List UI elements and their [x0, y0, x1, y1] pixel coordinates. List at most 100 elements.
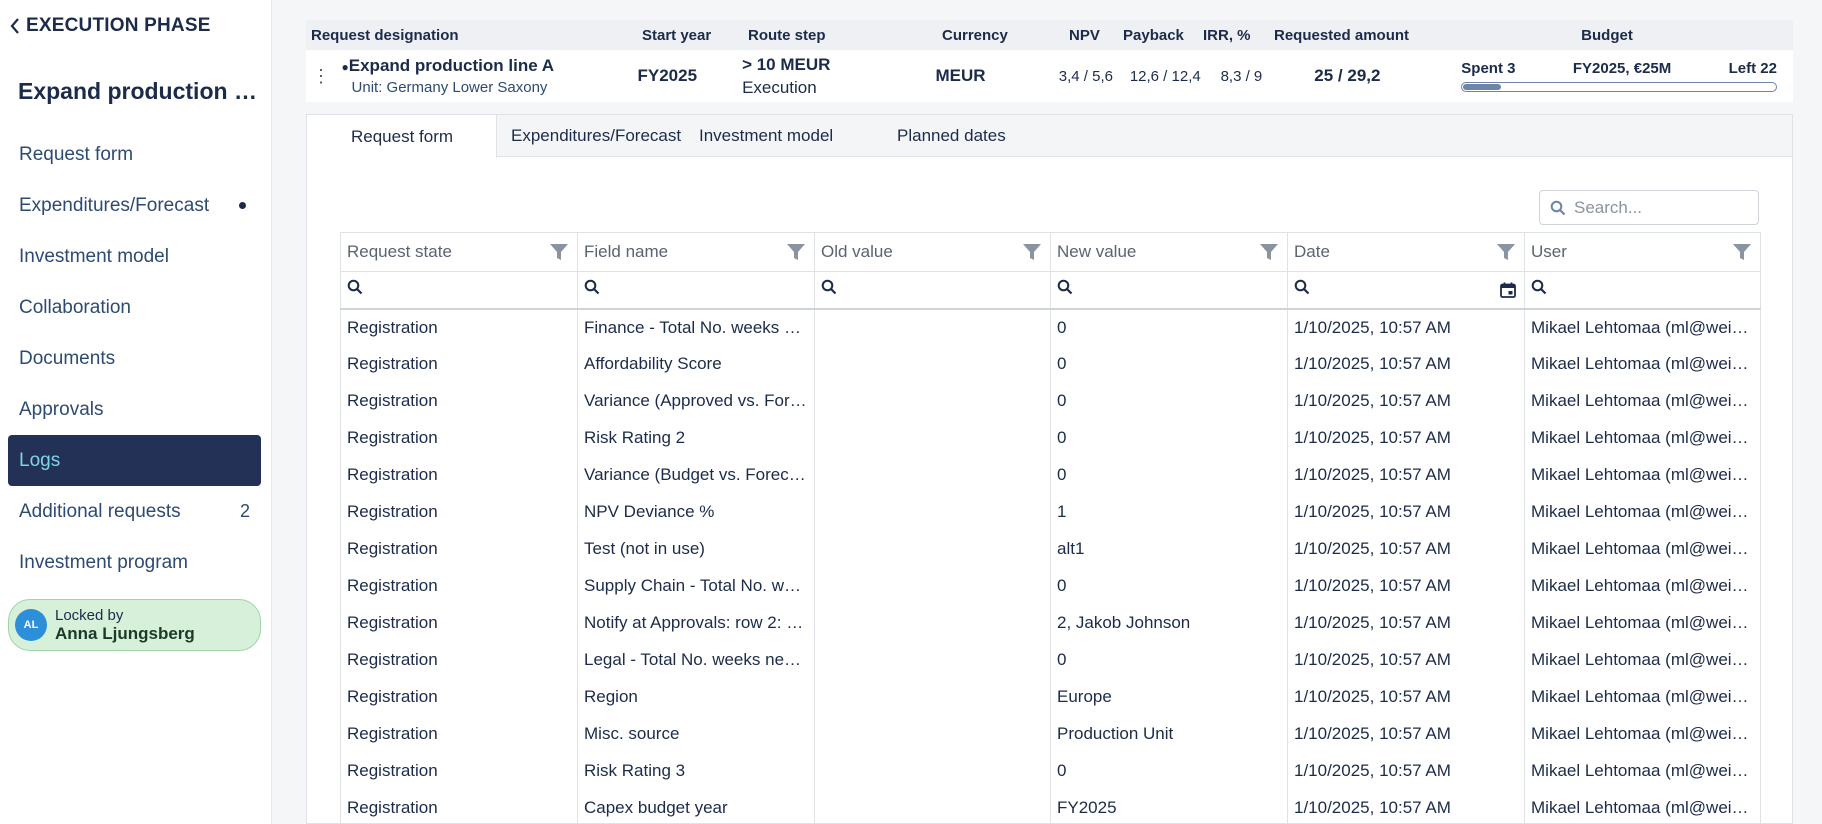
sidebar-item-additional-requests[interactable]: Additional requests 2	[8, 486, 261, 537]
sidebar-item-collaboration[interactable]: Collaboration	[8, 282, 261, 333]
table-cell: Mikael Lehtomaa (ml@weissr.com)	[1524, 715, 1761, 753]
table-cell: Mikael Lehtomaa (ml@weissr.com)	[1524, 567, 1761, 605]
sidebar-item-approvals[interactable]: Approvals	[8, 384, 261, 435]
sidebar-item-label: Logs	[19, 449, 61, 471]
table-row[interactable]: Registration Risk Rating 2 0 1/10/2025, 10:…	[340, 419, 1761, 457]
summary-header: Request designation Start year Route ste…	[306, 20, 1793, 50]
search-field[interactable]	[1539, 190, 1759, 225]
table-cell: Mikael Lehtomaa (ml@weissr.com)	[1524, 419, 1761, 457]
table-cell	[814, 715, 1051, 753]
table-cell: 1/10/2025, 10:57 AM	[1287, 678, 1525, 716]
table-row[interactable]: Registration Capex budget year FY2025 1/10/…	[340, 789, 1761, 824]
column-header-new-value[interactable]: New value	[1050, 232, 1288, 272]
table-cell: Risk Rating 3	[577, 752, 815, 790]
table-cell	[814, 604, 1051, 642]
search-icon	[821, 279, 837, 295]
budget-progress-fill	[1463, 84, 1501, 90]
table-cell: 1/10/2025, 10:57 AM	[1287, 604, 1525, 642]
filter-icon[interactable]	[786, 243, 806, 266]
table-cell	[814, 308, 1051, 346]
route-step-value: > 10 MEUR	[742, 54, 831, 74]
table-row[interactable]: Registration Notify at Approvals: row 2: …	[340, 604, 1761, 642]
table-cell	[814, 382, 1051, 420]
table-cell: 1/10/2025, 10:57 AM	[1287, 789, 1525, 824]
back-to-execution-phase[interactable]: EXECUTION PHASE	[8, 15, 211, 37]
table-cell	[814, 345, 1051, 383]
summary-row: ⋮ ●Expand production line A Unit: German…	[306, 50, 1793, 102]
column-header-old-value[interactable]: Old value	[814, 232, 1051, 272]
table-row[interactable]: Registration Legal - Total No. weeks need…	[340, 641, 1761, 679]
table-cell: Mikael Lehtomaa (ml@weissr.com)	[1524, 530, 1761, 568]
tab-request-form[interactable]: Request form	[307, 115, 497, 158]
calendar-icon[interactable]	[1500, 282, 1516, 303]
sidebar-item-documents[interactable]: Documents	[8, 333, 261, 384]
table-cell: 1	[1050, 493, 1288, 531]
search-icon	[1057, 279, 1073, 295]
tab-expenditures[interactable]: Expenditures/Forecast	[497, 115, 685, 156]
filter-cell[interactable]	[1524, 271, 1761, 310]
budget-cell: Spent 3 FY2025, €25M Left 22	[1461, 60, 1793, 92]
table-cell: 1/10/2025, 10:57 AM	[1287, 308, 1525, 346]
filter-icon[interactable]	[1496, 243, 1516, 266]
table-cell: Production Unit	[1050, 715, 1288, 753]
filter-cell[interactable]	[1287, 271, 1525, 310]
unsaved-dot-icon	[239, 202, 246, 209]
search-input[interactable]	[1574, 197, 1744, 218]
table-row[interactable]: Registration Region Europe 1/10/2025, 10:57…	[340, 678, 1761, 716]
filter-icon[interactable]	[549, 243, 569, 266]
sidebar-item-investment-program[interactable]: Investment program	[8, 537, 261, 588]
filter-cell[interactable]	[577, 271, 815, 310]
table-cell: Region	[577, 678, 815, 716]
column-header-field-name[interactable]: Field name	[577, 232, 815, 272]
table-cell	[814, 678, 1051, 716]
sidebar-item-logs[interactable]: Logs	[8, 435, 261, 486]
col-currency: Currency	[942, 26, 1008, 44]
table-cell: Europe	[1050, 678, 1288, 716]
sidebar-item-expenditures[interactable]: Expenditures/Forecast	[8, 180, 261, 231]
tab-investment-model[interactable]: Investment model	[685, 115, 889, 156]
filter-cell[interactable]	[1050, 271, 1288, 310]
table-cell: Registration	[340, 678, 578, 716]
chevron-left-icon	[8, 16, 22, 36]
column-header-date[interactable]: Date	[1287, 232, 1525, 272]
filter-icon[interactable]	[1732, 243, 1752, 266]
table-cell	[814, 789, 1051, 824]
table-body: Registration Finance - Total No. weeks ne…	[340, 308, 1761, 824]
table-row[interactable]: Registration Finance - Total No. weeks ne…	[340, 308, 1761, 346]
filter-icon[interactable]	[1022, 243, 1042, 266]
col-irr: IRR, %	[1203, 26, 1251, 44]
table-cell: NPV Deviance %	[577, 493, 815, 531]
table-row[interactable]: Registration Misc. source Production Unit 1…	[340, 715, 1761, 753]
table-row[interactable]: Registration Variance (Approved vs. Forec…	[340, 382, 1761, 420]
table-cell: Capex budget year	[577, 789, 815, 824]
sidebar-item-label: Investment program	[19, 551, 188, 573]
table-row[interactable]: Registration Risk Rating 3 0 1/10/2025, 10:…	[340, 752, 1761, 790]
table-row[interactable]: Registration NPV Deviance % 1 1/10/2025, 10…	[340, 493, 1761, 531]
table-cell: Registration	[340, 641, 578, 679]
search-icon	[584, 279, 600, 295]
table-row[interactable]: Registration Variance (Budget vs. Forecas…	[340, 456, 1761, 494]
table-cell: Registration	[340, 752, 578, 790]
table-cell: Mikael Lehtomaa (ml@weissr.com)	[1524, 345, 1761, 383]
sidebar-item-investment-model[interactable]: Investment model	[8, 231, 261, 282]
table-cell: 0	[1050, 456, 1288, 494]
table-row[interactable]: Registration Affordability Score 0 1/10/202…	[340, 345, 1761, 383]
filter-cell[interactable]	[814, 271, 1051, 310]
sidebar-item-request-form[interactable]: Request form	[8, 129, 261, 180]
filter-icon[interactable]	[1259, 243, 1279, 266]
table-cell: 1/10/2025, 10:57 AM	[1287, 456, 1525, 494]
kebab-icon[interactable]: ⋮	[310, 66, 332, 87]
table-cell: 1/10/2025, 10:57 AM	[1287, 345, 1525, 383]
tab-planned-dates[interactable]: Planned dates	[889, 115, 1039, 156]
table-row[interactable]: Registration Test (not in use) alt1 1/10/20…	[340, 530, 1761, 568]
column-header-user[interactable]: User	[1524, 232, 1761, 272]
sidebar-item-label: Documents	[19, 347, 116, 369]
column-header-request-state[interactable]: Request state	[340, 232, 578, 272]
table-cell: Registration	[340, 789, 578, 824]
col-route-step: Route step	[748, 26, 826, 44]
table-cell: 1/10/2025, 10:57 AM	[1287, 493, 1525, 531]
table-row[interactable]: Registration Supply Chain - Total No. wee…	[340, 567, 1761, 605]
filter-cell[interactable]	[340, 271, 578, 310]
col-budget: Budget	[1581, 26, 1633, 44]
table-cell: Test (not in use)	[577, 530, 815, 568]
